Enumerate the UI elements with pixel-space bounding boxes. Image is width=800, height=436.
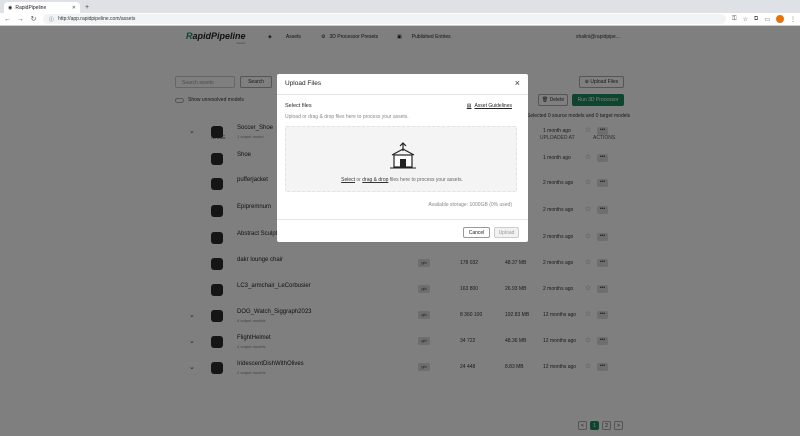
browser-actions: ⚿ ☆ ⧉ ▭ ⋮ <box>732 15 796 23</box>
star-icon[interactable]: ☆ <box>743 16 748 23</box>
url-bar[interactable]: ⓘ http://app.rapidpipeline.com/assets <box>43 14 727 24</box>
key-icon[interactable]: ⚿ <box>732 16 737 23</box>
new-tab-button[interactable]: + <box>85 2 89 13</box>
asset-guidelines-link[interactable]: ▤ Asset Guidelines <box>467 103 512 109</box>
dropzone[interactable]: Select or drag & drop files here to proc… <box>285 126 517 192</box>
drop-rest: files here to process your assets. <box>389 177 463 183</box>
tab-bar: ◉ RapidPipeline ✕ + <box>0 0 800 13</box>
info-icon[interactable]: ⓘ <box>49 16 54 23</box>
storage-info: Available storage: 1000GB (0% used) <box>428 202 512 208</box>
profile-avatar[interactable] <box>775 15 784 23</box>
book-icon: ▤ <box>466 103 472 109</box>
upload-button[interactable]: Upload <box>494 227 519 238</box>
dropzone-text: Select or drag & drop files here to proc… <box>286 177 518 183</box>
favicon-icon: ◉ <box>8 4 13 11</box>
browser-tab[interactable]: ◉ RapidPipeline ✕ <box>4 2 80 13</box>
modal-divider <box>277 94 528 95</box>
asset-guidelines-label: Asset Guidelines <box>474 103 512 109</box>
select-files-label: Select files <box>285 103 312 109</box>
extensions-icon[interactable]: ⧉ <box>754 16 758 23</box>
tab-title: RapidPipeline <box>15 4 47 11</box>
browser-chrome: ◉ RapidPipeline ✕ + ← → ↻ ⓘ http://app.r… <box>0 0 800 26</box>
upload-hint: Upload or drag & drop files here to proc… <box>285 114 409 120</box>
close-tab-icon[interactable]: ✕ <box>72 5 76 11</box>
modal-overlay[interactable]: Upload Files × Select files ▤ Asset Guide… <box>0 26 800 436</box>
upload-box-icon <box>390 142 416 169</box>
cancel-button[interactable]: Cancel <box>463 227 490 238</box>
forward-icon[interactable]: → <box>17 16 24 23</box>
modal-title: Upload Files <box>285 80 322 87</box>
address-bar-row: ← → ↻ ⓘ http://app.rapidpipeline.com/ass… <box>0 13 800 26</box>
drag-drop-link[interactable]: drag & drop <box>362 177 388 183</box>
menu-icon[interactable]: ⋮ <box>790 16 796 23</box>
drop-or: or <box>356 177 361 183</box>
upload-modal: Upload Files × Select files ▤ Asset Guide… <box>277 74 528 242</box>
reload-icon[interactable]: ↻ <box>30 15 37 23</box>
select-link[interactable]: Select <box>341 177 355 183</box>
sidebar-icon[interactable]: ▭ <box>764 16 770 23</box>
modal-footer-divider <box>277 219 528 220</box>
url-text: http://app.rapidpipeline.com/assets <box>58 16 136 22</box>
back-icon[interactable]: ← <box>4 16 11 23</box>
close-icon[interactable]: × <box>515 78 520 88</box>
